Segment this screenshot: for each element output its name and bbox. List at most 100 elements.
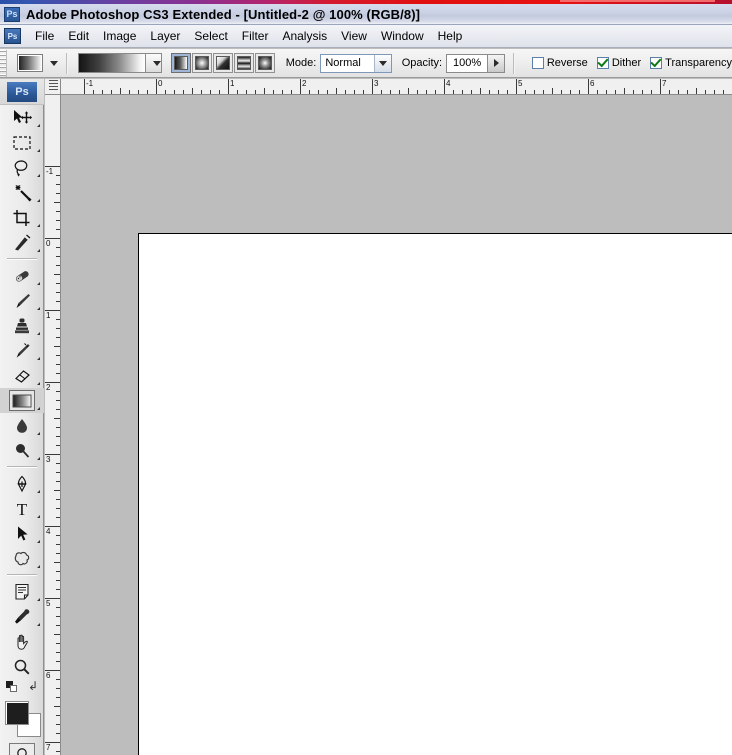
tool-lasso[interactable] [0, 155, 44, 180]
ruler-tick-minor [264, 88, 265, 94]
ruler-tick-minor [183, 90, 184, 94]
chevron-right-icon [493, 59, 499, 67]
tool-eyedropper[interactable] [0, 604, 44, 629]
transparency-checkbox-item[interactable]: Transparency [650, 57, 732, 69]
ruler-origin-corner[interactable] [45, 79, 61, 95]
ruler-tick-minor [192, 88, 193, 94]
rectangular-marquee-tool-icon [13, 135, 31, 150]
ruler-tick-minor [56, 391, 60, 392]
ruler-label: 4 [46, 527, 51, 536]
ruler-tick-minor [462, 90, 463, 94]
tool-dodge[interactable] [0, 438, 44, 463]
tool-flyout-indicator [37, 332, 40, 335]
tool-zoom[interactable] [0, 654, 44, 679]
vertical-ruler[interactable]: -1 0 1 2 3 4 5 6 7 [45, 95, 61, 755]
tool-magic-wand[interactable] [0, 180, 44, 205]
tool-move[interactable] [0, 105, 44, 130]
transparency-checkbox[interactable] [650, 57, 663, 69]
gradient-type-radial-button[interactable] [191, 53, 212, 73]
tool-horizontal-type[interactable]: T [0, 496, 44, 521]
dither-checkbox-item[interactable]: Dither [596, 57, 641, 69]
gradient-type-reflected-button[interactable] [233, 53, 254, 73]
dither-checkbox[interactable] [596, 57, 609, 69]
ruler-tick-minor [642, 90, 643, 94]
slice-tool-icon [15, 234, 31, 250]
crop-tool-icon [13, 209, 30, 226]
tool-flyout-indicator [37, 174, 40, 177]
ruler-tick-minor [56, 652, 60, 653]
ruler-tick-minor [56, 580, 60, 581]
ruler-tick-minor [363, 90, 364, 94]
opacity-value[interactable]: 100% [447, 57, 487, 69]
reverse-checkbox-item[interactable]: Reverse [531, 57, 588, 69]
gradient-preview-swatch [78, 54, 146, 72]
ruler-tick-minor [56, 337, 60, 338]
gradient-type-angle-button[interactable] [212, 53, 233, 73]
ruler-tick-minor [687, 90, 688, 94]
tool-slice[interactable] [0, 230, 44, 255]
ruler-tick-minor [56, 616, 60, 617]
menu-item-image[interactable]: Image [96, 26, 143, 46]
ruler-tick-minor [54, 418, 60, 419]
menu-item-select[interactable]: Select [187, 26, 234, 46]
tool-gradient[interactable] [0, 388, 44, 413]
menu-item-edit[interactable]: Edit [61, 26, 96, 46]
lasso-tool-icon [14, 159, 28, 177]
blend-mode-value: Normal [325, 57, 361, 69]
tool-blur[interactable] [0, 413, 44, 438]
gradient-type-linear-button[interactable] [170, 53, 191, 73]
type-tool-icon: T [17, 500, 28, 518]
options-bar-grip[interactable] [0, 49, 8, 77]
ruler-tick-minor [201, 90, 202, 94]
app-menu-icon[interactable]: Ps [4, 28, 21, 44]
menu-item-help[interactable]: Help [431, 26, 470, 46]
ruler-label: 7 [662, 79, 667, 88]
tool-hand[interactable] [0, 629, 44, 654]
opacity-field[interactable]: 100% [446, 53, 506, 73]
tool-clone-stamp[interactable] [0, 313, 44, 338]
tool-flyout-indicator [37, 199, 40, 202]
chevron-down-icon[interactable] [373, 54, 391, 72]
foreground-color-swatch[interactable] [5, 701, 29, 725]
angle-gradient-icon [215, 56, 230, 70]
default-colors-button[interactable] [6, 681, 17, 692]
tool-path-selection[interactable] [0, 521, 44, 546]
gradient-preset-picker[interactable] [77, 53, 162, 73]
menu-item-window[interactable]: Window [374, 26, 431, 46]
reverse-checkbox[interactable] [531, 57, 544, 69]
swap-colors-icon[interactable]: ↲ [28, 680, 38, 692]
tool-flyout-indicator [37, 432, 40, 435]
notes-tool-icon [15, 583, 29, 600]
tool-preset-picker[interactable] [17, 54, 59, 72]
gradient-dropdown-button[interactable] [145, 54, 161, 72]
tool-healing-brush[interactable] [0, 263, 44, 288]
ruler-tick-minor [219, 90, 220, 94]
menu-item-filter[interactable]: Filter [235, 26, 276, 46]
blend-mode-select[interactable]: Normal [320, 53, 392, 73]
tool-brush[interactable] [0, 288, 44, 313]
ruler-tick-major [444, 79, 445, 94]
tool-flyout-indicator [37, 598, 40, 601]
opacity-stepper-button[interactable] [487, 54, 505, 72]
quick-mask-button[interactable] [8, 743, 35, 755]
document-canvas[interactable] [138, 233, 732, 755]
horizontal-ruler[interactable]: -1012345678 [61, 79, 732, 95]
menu-item-analysis[interactable]: Analysis [275, 26, 334, 46]
tool-custom-shape[interactable] [0, 546, 44, 571]
tool-history-brush[interactable] [0, 338, 44, 363]
menu-item-view[interactable]: View [334, 26, 374, 46]
tool-rectangular-marquee[interactable] [0, 130, 44, 155]
toolbox-header[interactable]: Ps [0, 79, 44, 105]
gradient-type-diamond-button[interactable] [254, 53, 275, 73]
tool-pen[interactable] [0, 471, 44, 496]
menu-item-layer[interactable]: Layer [143, 26, 187, 46]
tool-crop[interactable] [0, 205, 44, 230]
menu-item-file[interactable]: File [28, 26, 61, 46]
tool-eraser[interactable] [0, 363, 44, 388]
ruler-label: 6 [46, 671, 51, 680]
ruler-tick-minor [696, 88, 697, 94]
tool-notes[interactable] [0, 579, 44, 604]
zoom-tool-icon [14, 659, 30, 675]
ruler-tick-minor [579, 90, 580, 94]
canvas-workspace[interactable] [61, 95, 732, 755]
